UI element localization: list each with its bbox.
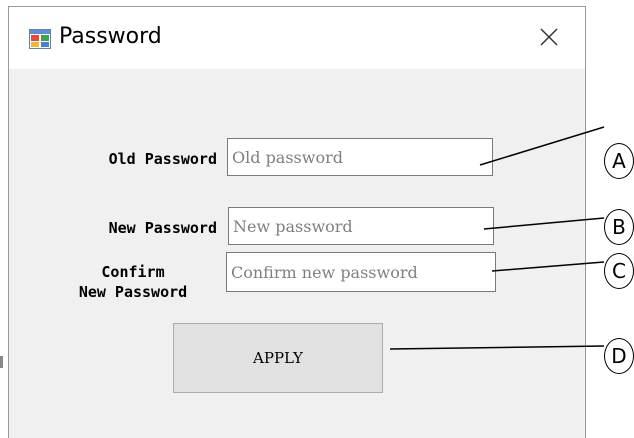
window-title: Password bbox=[59, 24, 162, 49]
new-password-label: New Password bbox=[108, 219, 217, 237]
confirm-password-label: Confirm New Password bbox=[49, 262, 217, 302]
old-password-label: Old Password bbox=[108, 150, 217, 168]
title-bar[interactable]: Password bbox=[9, 7, 585, 69]
confirm-password-input[interactable] bbox=[226, 252, 496, 292]
screenshot-stage: Password Old Password New Password Confi… bbox=[0, 0, 634, 438]
callout-a: A bbox=[604, 143, 634, 179]
confirm-label-line1: Confirm bbox=[101, 263, 165, 281]
close-button[interactable] bbox=[529, 19, 569, 55]
callout-c: C bbox=[604, 253, 634, 289]
apply-button[interactable]: APPLY bbox=[173, 323, 383, 393]
close-icon bbox=[540, 28, 558, 46]
app-window-icon bbox=[29, 29, 51, 49]
confirm-label-line2: New Password bbox=[78, 283, 188, 301]
callout-b: B bbox=[604, 209, 634, 245]
new-password-input[interactable] bbox=[228, 207, 494, 245]
edge-mark bbox=[0, 356, 3, 368]
password-dialog: Password Old Password New Password Confi… bbox=[8, 6, 586, 438]
old-password-input[interactable] bbox=[227, 138, 493, 176]
callout-d: D bbox=[604, 338, 634, 374]
